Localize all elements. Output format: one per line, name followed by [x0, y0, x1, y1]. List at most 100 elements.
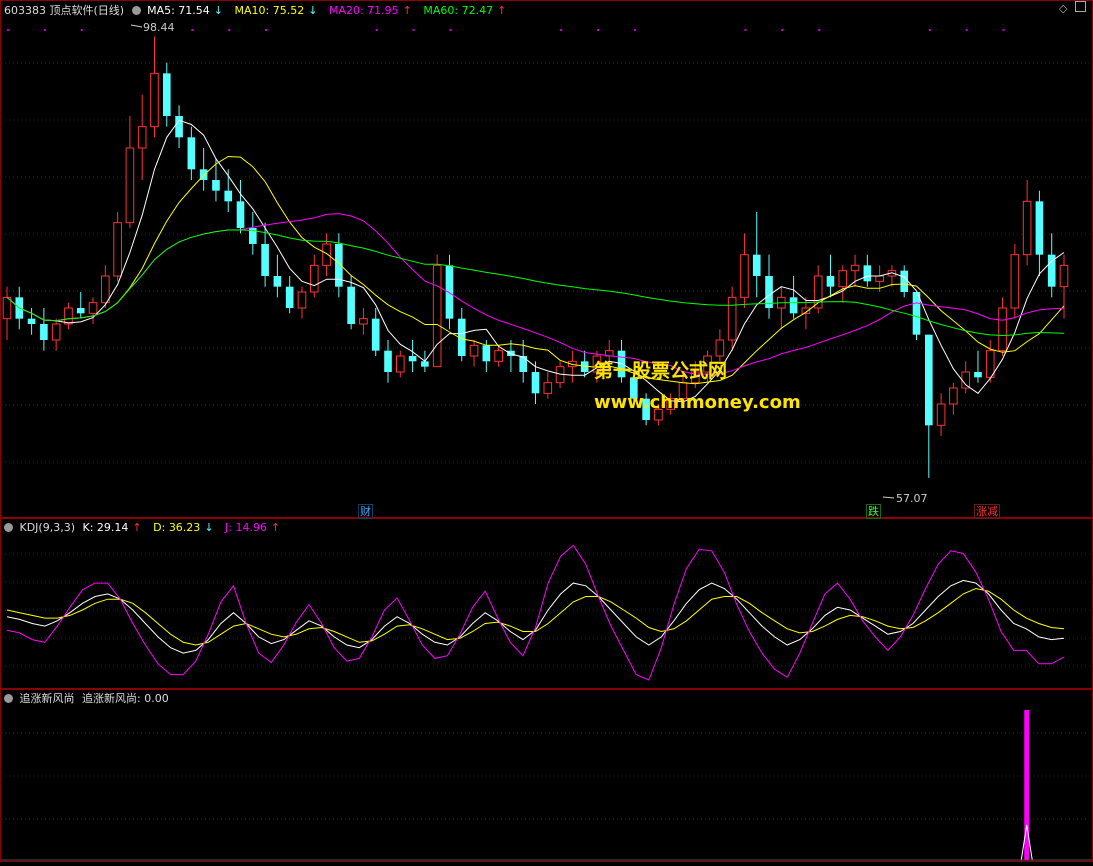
candle-body-down [27, 318, 36, 324]
ma10-line [6, 155, 1065, 385]
j-arrow-icon: ↑ [270, 521, 281, 534]
candle-body-up [727, 296, 737, 341]
candle-body-up [985, 350, 995, 378]
candle-body-down [162, 73, 171, 116]
indicator-value: 追涨新风尚: 0.00 [82, 692, 169, 705]
chart-stage: 98.44 57.07 603383 顶点软件(日线) MA5: 71.54 ↓ … [0, 0, 1093, 863]
candle-body-up [1010, 254, 1020, 309]
candle-body-up [998, 307, 1007, 352]
candle-body-up [359, 318, 368, 325]
kdj-panel-frame [0, 518, 1093, 689]
signal-dot [449, 29, 452, 31]
candle-body-up [469, 344, 479, 357]
kdj-name: KDJ(9,3,3) [19, 521, 76, 534]
kdj-j-line [6, 544, 1065, 681]
high-price-label: 98.44 [143, 21, 175, 34]
kdj-header: KDJ(9,3,3) K: 29.14 ↑ D: 36.23 ↓ J: 14.96 ↑ [4, 520, 288, 536]
ma5-readout: MA5: 71.54 ↓ [147, 4, 224, 17]
ma20-readout: MA20: 71.95 ↑ [328, 4, 412, 17]
candle-body-up [113, 222, 122, 277]
candle-body-up [51, 323, 61, 341]
candle-body-down [445, 265, 454, 319]
high-price-pointer [130, 24, 143, 28]
collapse-icon[interactable] [4, 523, 13, 532]
candle-body-down [1035, 201, 1044, 255]
candle-body-up [395, 355, 405, 373]
candle-body-down [421, 361, 429, 367]
kdj-lines [6, 544, 1065, 681]
candle-body-up [297, 291, 307, 309]
candle-body-down [212, 180, 220, 191]
kdj-d-line [6, 587, 1065, 646]
candle-body-down [826, 276, 835, 287]
signal-dot [928, 29, 931, 31]
candle-body-down [408, 356, 417, 362]
low-price-pointer [882, 496, 895, 499]
candle-body-up [850, 264, 860, 272]
signal-dot [7, 29, 9, 31]
signal-bars [1, 710, 1092, 861]
candle-body-down [40, 324, 48, 340]
ma5-arrow-icon: ↓ [213, 4, 224, 17]
candlestick-series [2, 36, 1069, 478]
k-arrow-icon: ↑ [132, 521, 142, 534]
candle-body-up [949, 387, 958, 405]
signal-dot [596, 29, 599, 31]
ma60-arrow-icon: ↑ [497, 4, 507, 17]
candle-body-up [1059, 264, 1069, 288]
candle-body-up [936, 403, 946, 426]
candle-body-down [752, 254, 761, 276]
signal-dot [818, 29, 821, 31]
candle-body-up [1022, 200, 1032, 256]
indicator-name: 追涨新风尚 [19, 692, 75, 705]
d-arrow-icon: ↓ [204, 521, 214, 534]
candle-body-down [974, 372, 982, 378]
signal-dot [744, 29, 747, 31]
event-tag-reduce[interactable]: 涨减 [974, 504, 1000, 519]
k-readout: K: 29.14 ↑ [82, 521, 142, 534]
event-tag-drop[interactable]: 跌 [866, 504, 881, 519]
indicator-header: 追涨新风尚 追涨新风尚: 0.00 [4, 691, 173, 707]
candle-body-up [740, 254, 749, 298]
candle-body-up [961, 371, 970, 389]
j-readout: J: 14.96 ↑ [225, 521, 281, 534]
watermark-url[interactable]: www.chnmoney.com [594, 392, 801, 413]
collapse-icon[interactable] [4, 694, 13, 703]
kdj-k-line [6, 579, 1065, 654]
square-icon[interactable] [1075, 1, 1086, 15]
signal-dot [560, 29, 563, 31]
signal-dot [375, 29, 378, 31]
event-tag-finance[interactable]: 财 [358, 504, 373, 519]
candle-body-down [285, 286, 294, 308]
candle-body-down [789, 297, 798, 314]
signal-dot [1002, 29, 1005, 31]
ma60-readout: MA60: 72.47 ↑ [423, 4, 507, 17]
d-readout: D: 36.23 ↓ [153, 521, 214, 534]
candle-body-up [88, 302, 98, 314]
candle-body-down [347, 286, 355, 324]
watermark-title: 第一股票公式网 [594, 360, 728, 382]
candle-body-down [900, 270, 909, 292]
indicator-panel-frame [0, 689, 1093, 862]
candle-body-down [384, 350, 392, 372]
ma10-arrow-icon: ↓ [308, 4, 318, 17]
candle-body-up [101, 275, 110, 304]
price-header: 603383 顶点软件(日线) MA5: 71.54 ↓ MA10: 75.52 ↓… [4, 3, 514, 19]
ma20-arrow-icon: ↑ [402, 4, 412, 17]
collapse-icon[interactable] [131, 6, 141, 15]
candle-body-up [309, 264, 319, 293]
candle-body-up [322, 243, 331, 266]
candle-body-up [125, 147, 135, 224]
candle-body-down [863, 265, 872, 282]
signal-dot [781, 29, 784, 31]
ma10-readout: MA10: 75.52 ↓ [234, 4, 318, 17]
signal-dot [191, 29, 194, 31]
candle-body-down [187, 137, 196, 170]
signal-dot [43, 29, 46, 31]
candle-body-up [150, 72, 159, 128]
signal-dot [965, 29, 968, 31]
diamond-icon[interactable]: ◇ [1059, 2, 1067, 15]
ma20-line [6, 213, 1065, 375]
signal-dot [80, 29, 83, 31]
signal-dot [228, 29, 231, 31]
